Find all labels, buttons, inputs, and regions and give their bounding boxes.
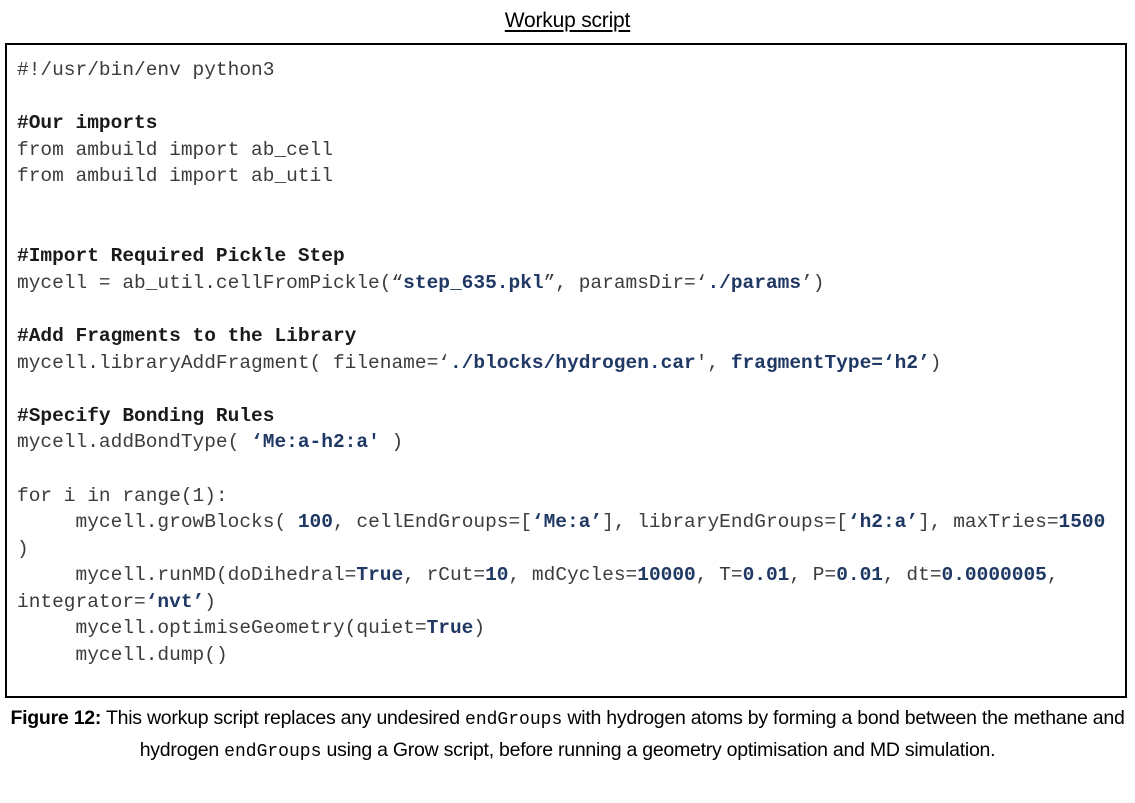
code-token-plain: ) xyxy=(929,351,942,374)
code-token-plain: ], maxTries= xyxy=(918,511,1059,534)
code-token-comment: #Import Required Pickle Step xyxy=(17,245,345,268)
code-token-highlight: 10 xyxy=(485,564,509,587)
code-token-plain: ], libraryEndGroups=[ xyxy=(602,511,848,534)
code-token-plain: ”, paramsDir=‘ xyxy=(543,271,708,294)
code-token-plain: , T= xyxy=(695,564,743,587)
code-token-highlight: ‘nvt’ xyxy=(145,590,205,613)
code-token-highlight: 0.01 xyxy=(742,564,790,587)
code-token-comment: #Add Fragments to the Library xyxy=(17,324,357,347)
code-token-highlight: step_635.pkl xyxy=(403,271,544,294)
code-line-dump: mycell.dump() xyxy=(17,642,1119,669)
code-line-comment-bonding: #Specify Bonding Rules xyxy=(17,403,1119,430)
code-line-import-ab-util: from ambuild import ab_util xyxy=(17,163,1119,190)
caption-text: using a Grow script, before running a ge… xyxy=(321,739,996,761)
code-line-run-md: mycell.runMD(doDihedral=True, rCut=10, m… xyxy=(17,562,1119,615)
code-token-plain: mycell.dump() xyxy=(17,644,228,667)
code-line-comment-fragments: #Add Fragments to the Library xyxy=(17,323,1119,350)
code-token-plain: #!/usr/bin/env python3 xyxy=(17,59,275,81)
page-title: Workup script xyxy=(504,9,631,32)
code-line-library-add-fragment: mycell.libraryAddFragment( filename=‘./b… xyxy=(17,350,1119,377)
caption-code-term: endGroups xyxy=(465,710,563,730)
code-token-highlight: ‘h2:a’ xyxy=(847,511,919,534)
code-token-highlight: 0.01 xyxy=(836,564,884,587)
code-token-highlight: True xyxy=(426,617,474,640)
figure-caption: Figure 12: This workup script replaces a… xyxy=(10,703,1125,767)
code-token-highlight: 10000 xyxy=(637,564,696,587)
code-token-plain: ) xyxy=(379,431,404,454)
code-listing: #!/usr/bin/env python3 #Our imports from … xyxy=(7,45,1125,669)
code-token-plain: ’) xyxy=(801,271,825,294)
code-token-plain: for i in range(1): xyxy=(17,484,228,507)
code-token-plain: mycell.runMD(doDihedral= xyxy=(17,564,357,587)
code-token-comment: #Specify Bonding Rules xyxy=(17,404,275,427)
code-token-plain: mycell = ab_util.cellFromPickle(“ xyxy=(17,271,404,294)
code-token-highlight: 1500 xyxy=(1058,511,1106,534)
code-token-highlight: 100 xyxy=(297,511,333,534)
code-token-plain: from ambuild import ab_util xyxy=(17,165,333,188)
code-line-blank-2 xyxy=(17,190,1119,217)
code-token-plain: , P= xyxy=(789,564,837,587)
code-line-import-ab-cell: from ambuild import ab_cell xyxy=(17,137,1119,164)
code-line-add-bond-type: mycell.addBondType( ‘Me:a-h2:a' ) xyxy=(17,429,1119,456)
code-line-cell-from-pickle: mycell = ab_util.cellFromPickle(“step_63… xyxy=(17,270,1119,297)
code-line-grow-blocks: mycell.growBlocks( 100, cellEndGroups=[‘… xyxy=(17,509,1119,562)
caption-code-term: endGroups xyxy=(224,742,322,762)
code-line-optimise-geometry: mycell.optimiseGeometry(quiet=True) xyxy=(17,615,1119,642)
code-line-blank-1 xyxy=(17,84,1119,111)
code-line-for-loop: for i in range(1): xyxy=(17,483,1119,510)
code-token-highlight: ‘Me:a’ xyxy=(531,511,603,534)
code-line-blank-6 xyxy=(17,456,1119,483)
code-token-plain: , mdCycles= xyxy=(508,564,638,587)
code-line-comment-pickle: #Import Required Pickle Step xyxy=(17,243,1119,270)
code-line-shebang: #!/usr/bin/env python3 xyxy=(17,57,1119,84)
code-token-highlight: ./params xyxy=(707,271,802,294)
code-token-plain: mycell.growBlocks( xyxy=(17,511,298,534)
code-token-highlight: 0.0000005 xyxy=(941,564,1047,587)
caption-text: This workup script replaces any undesire… xyxy=(101,707,466,729)
code-line-comment-imports: #Our imports xyxy=(17,110,1119,137)
code-token-plain: ) xyxy=(204,590,216,613)
code-token-plain: from ambuild import ab_cell xyxy=(17,138,333,161)
code-token-comment: #Our imports xyxy=(17,112,158,135)
code-token-highlight: ./blocks/hydrogen.car xyxy=(449,351,696,374)
code-listing-box: #!/usr/bin/env python3 #Our imports from … xyxy=(5,43,1127,698)
code-token-plain: , dt= xyxy=(883,564,942,587)
code-token-plain: , rCut= xyxy=(403,564,486,587)
code-token-highlight: True xyxy=(356,564,404,587)
code-token-plain: mycell.libraryAddFragment( filename=‘ xyxy=(17,351,450,374)
code-line-blank-5 xyxy=(17,376,1119,403)
code-token-highlight: ‘Me:a-h2:a' xyxy=(251,431,380,454)
code-token-plain: mycell.addBondType( xyxy=(17,431,252,454)
figure-label: Figure 12: xyxy=(10,707,102,729)
code-line-blank-3 xyxy=(17,217,1119,244)
code-token-plain: , cellEndGroups=[ xyxy=(332,511,532,534)
code-token-highlight: fragmentType=‘h2’ xyxy=(730,351,930,374)
code-token-plain: ) xyxy=(473,617,486,640)
code-token-plain: ', xyxy=(695,351,731,374)
code-line-blank-4 xyxy=(17,296,1119,323)
figure-page: Workup script #!/usr/bin/env python3 #Ou… xyxy=(0,0,1135,803)
code-token-plain: mycell.optimiseGeometry(quiet= xyxy=(17,617,427,640)
